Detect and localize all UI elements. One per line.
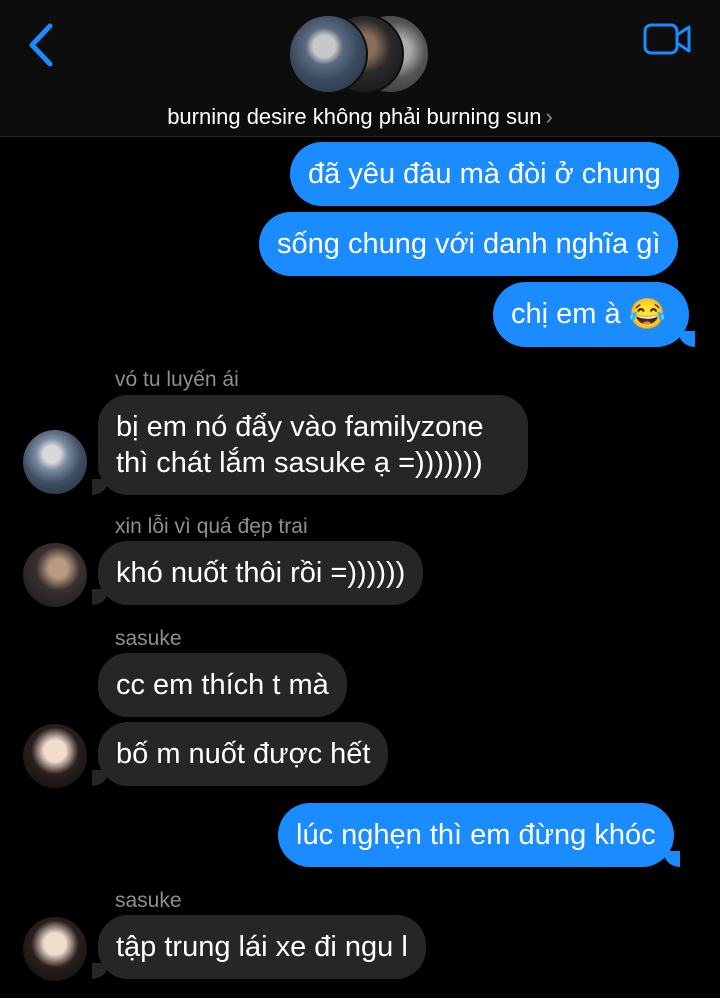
group-name-label: burning desire không phải burning sun <box>167 104 542 129</box>
bubble-tail <box>92 479 108 495</box>
bubble-tail <box>92 770 108 786</box>
message-text-line: thì chát lắm sasuke ạ =))))))) <box>116 447 483 479</box>
avatar[interactable] <box>23 430 87 494</box>
laughing-emoji-icon: 😂 <box>628 298 667 332</box>
group-avatar-stack[interactable] <box>288 14 433 96</box>
chevron-right-icon: › <box>545 104 553 129</box>
outgoing-message[interactable]: lúc nghẹn thì em đừng khóc <box>278 803 680 867</box>
bubble-tail <box>679 331 695 348</box>
sender-name: vó tu luyến ái <box>115 368 239 391</box>
incoming-message[interactable]: bị em nó đẩy vào familyzone thì chát lắm… <box>92 395 528 495</box>
avatar[interactable] <box>23 917 87 981</box>
outgoing-message[interactable]: sống chung với danh nghĩa gì <box>259 212 679 276</box>
video-call-button[interactable] <box>642 20 694 60</box>
message-text: đã yêu đâu mà đòi ở chung <box>308 158 661 190</box>
message-text: cc em thích t mà <box>116 669 329 701</box>
message-text: bố m nuốt được hết <box>116 738 371 770</box>
message-text: khó nuốt thôi rồi =)))))) <box>116 557 406 589</box>
message-text-line: bị em nó đẩy vào familyzone <box>116 411 484 443</box>
group-name[interactable]: burning desire không phải burning sun › <box>0 104 720 130</box>
conversation-header: burning desire không phải burning sun › <box>0 0 720 137</box>
message-text: lúc nghẹn thì em đừng khóc <box>296 819 656 851</box>
message-text: tập trung lái xe đi ngu l <box>116 931 408 963</box>
incoming-message[interactable]: tập trung lái xe đi ngu l <box>92 915 426 979</box>
incoming-message[interactable]: cc em thích t mà <box>98 653 347 717</box>
outgoing-message[interactable]: đã yêu đâu mà đòi ở chung <box>290 142 679 206</box>
bubble-tail <box>663 851 680 867</box>
back-button[interactable] <box>22 20 62 70</box>
incoming-message[interactable]: bố m nuốt được hết <box>92 722 389 786</box>
avatar[interactable] <box>23 543 87 607</box>
chevron-left-icon <box>29 23 53 67</box>
video-camera-icon <box>643 23 691 55</box>
incoming-message[interactable]: khó nuốt thôi rồi =)))))) <box>92 541 424 605</box>
message-text: chị em à <box>511 298 621 330</box>
sender-name: sasuke <box>115 889 182 912</box>
group-member-avatar <box>288 14 368 94</box>
message-text: sống chung với danh nghĩa gì <box>277 228 661 260</box>
sender-name: xin lỗi vì quá đẹp trai <box>115 515 308 538</box>
bubble-tail <box>92 963 108 979</box>
bubble-tail <box>92 589 108 605</box>
avatar[interactable] <box>23 724 87 788</box>
outgoing-message[interactable]: chị em à 😂 <box>493 282 695 348</box>
sender-name: sasuke <box>115 627 182 650</box>
